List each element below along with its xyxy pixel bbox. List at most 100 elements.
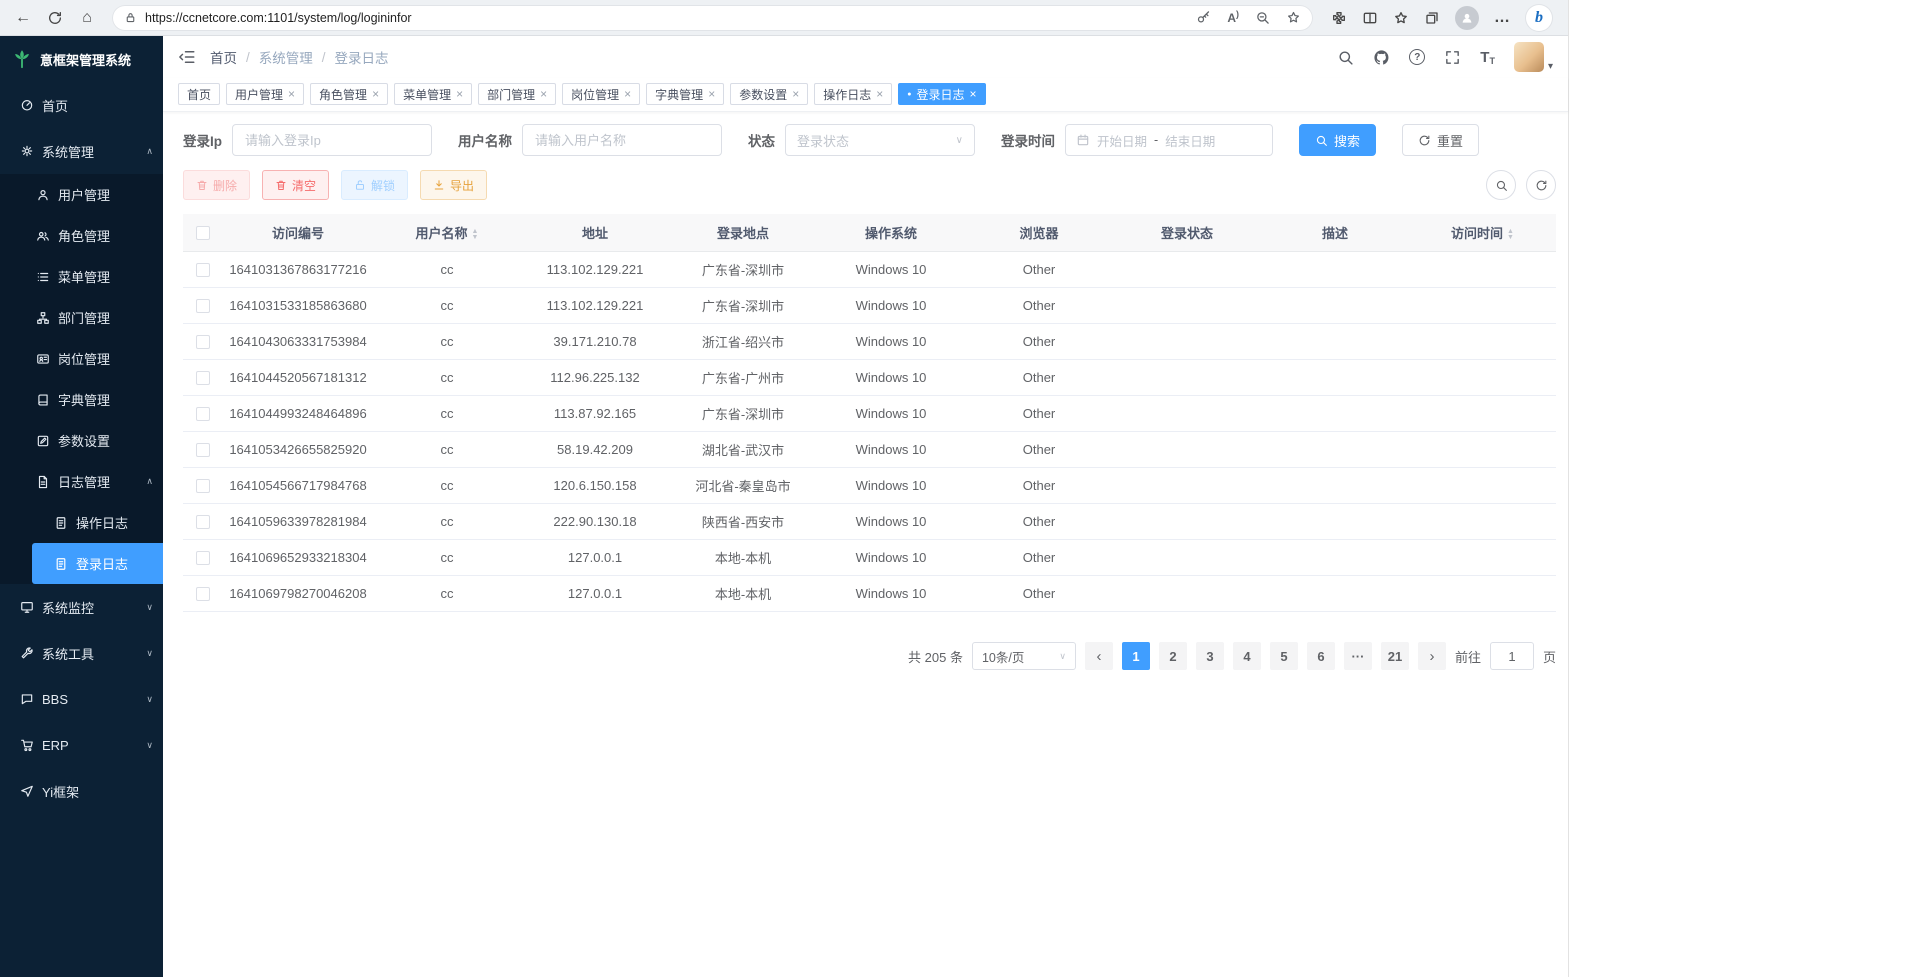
address-bar[interactable]: https://ccnetcore.com:1101/system/log/lo… xyxy=(112,5,1313,31)
status-select[interactable]: 登录状态 ∨ xyxy=(785,124,975,156)
c-addr: 127.0.0.1 xyxy=(521,540,669,576)
more-pages-button[interactable]: ··· xyxy=(1344,642,1372,670)
browser-more-icon[interactable]: … xyxy=(1494,9,1511,27)
tab-param-settings[interactable]: 参数设置× xyxy=(730,83,808,105)
sidebar-item-dept-management[interactable]: 部门管理 xyxy=(0,297,163,338)
breadcrumb-home[interactable]: 首页 xyxy=(210,47,237,67)
page-5[interactable]: 5 xyxy=(1270,642,1298,670)
row-checkbox[interactable] xyxy=(196,515,210,529)
close-icon[interactable]: × xyxy=(624,88,631,100)
sidebar-item-home[interactable]: 首页 xyxy=(0,82,163,128)
breadcrumb-system[interactable]: 系统管理 xyxy=(259,47,313,67)
search-icon[interactable] xyxy=(1337,49,1354,66)
text-size-icon[interactable]: TT xyxy=(1480,49,1495,66)
page-3[interactable]: 3 xyxy=(1196,642,1224,670)
date-range-picker[interactable]: 开始日期 - 结束日期 xyxy=(1065,124,1273,156)
row-checkbox[interactable] xyxy=(196,335,210,349)
close-icon[interactable]: × xyxy=(792,88,799,100)
reset-button[interactable]: 重置 xyxy=(1402,124,1479,156)
username-input[interactable] xyxy=(522,124,722,156)
tab-login-log[interactable]: ●登录日志× xyxy=(898,83,985,105)
tab-dict-management[interactable]: 字典管理× xyxy=(646,83,724,105)
tab-user-management[interactable]: 用户管理× xyxy=(226,83,304,105)
favorites-add-icon[interactable] xyxy=(1286,10,1301,25)
row-checkbox[interactable] xyxy=(196,587,210,601)
search-button[interactable]: 搜索 xyxy=(1299,124,1376,156)
github-icon[interactable] xyxy=(1373,49,1390,66)
sidebar-item-system-management[interactable]: 系统管理∧ xyxy=(0,128,163,174)
sidebar-item-bbs[interactable]: BBS∨ xyxy=(0,676,163,722)
sidebar-item-operation-log[interactable]: 操作日志 xyxy=(0,502,163,543)
sidebar-item-param-settings[interactable]: 参数设置 xyxy=(0,420,163,461)
sidebar-item-dict-management[interactable]: 字典管理 xyxy=(0,379,163,420)
row-checkbox[interactable] xyxy=(196,371,210,385)
row-checkbox[interactable] xyxy=(196,263,210,277)
page-2[interactable]: 2 xyxy=(1159,642,1187,670)
page-1[interactable]: 1 xyxy=(1122,642,1150,670)
user-avatar[interactable] xyxy=(1514,42,1544,72)
row-checkbox[interactable] xyxy=(196,551,210,565)
extensions-icon[interactable] xyxy=(1331,10,1347,26)
page-4[interactable]: 4 xyxy=(1233,642,1261,670)
page-21[interactable]: 21 xyxy=(1381,642,1409,670)
refresh-icon[interactable] xyxy=(40,3,70,33)
next-page-button[interactable]: › xyxy=(1418,642,1446,670)
user-menu[interactable]: ▾ xyxy=(1514,42,1553,72)
start-date-placeholder: 开始日期 xyxy=(1097,131,1147,150)
sidebar-item-system-tools[interactable]: 系统工具∨ xyxy=(0,630,163,676)
select-all-checkbox[interactable] xyxy=(196,226,210,240)
read-aloud-icon[interactable]: A) xyxy=(1227,11,1239,25)
login-ip-input[interactable] xyxy=(232,124,432,156)
goto-page-input[interactable] xyxy=(1490,642,1534,670)
close-icon[interactable]: × xyxy=(372,88,379,100)
close-icon[interactable]: × xyxy=(288,88,295,100)
unlock-button[interactable]: 解锁 xyxy=(341,170,408,200)
tab-menu-management[interactable]: 菜单管理× xyxy=(394,83,472,105)
browser-profile-avatar[interactable] xyxy=(1455,6,1479,30)
close-icon[interactable]: × xyxy=(876,88,883,100)
back-icon[interactable]: ← xyxy=(8,3,38,33)
tab-role-management[interactable]: 角色管理× xyxy=(310,83,388,105)
password-key-icon[interactable] xyxy=(1196,10,1211,25)
sidebar-collapse-icon[interactable] xyxy=(178,48,196,66)
row-checkbox[interactable] xyxy=(196,443,210,457)
sidebar-item-menu-management[interactable]: 菜单管理 xyxy=(0,256,163,297)
delete-button[interactable]: 删除 xyxy=(183,170,250,200)
row-checkbox[interactable] xyxy=(196,407,210,421)
sidebar-item-post-management[interactable]: 岗位管理 xyxy=(0,338,163,379)
close-icon[interactable]: × xyxy=(540,88,547,100)
sort-icon[interactable]: ▲▼ xyxy=(1507,229,1514,241)
page-6[interactable]: 6 xyxy=(1307,642,1335,670)
sidebar-item-log-management[interactable]: 日志管理∧ xyxy=(0,461,163,502)
tab-operation-log[interactable]: 操作日志× xyxy=(814,83,892,105)
close-icon[interactable]: × xyxy=(970,88,977,100)
tab-dept-management[interactable]: 部门管理× xyxy=(478,83,556,105)
tab-post-management[interactable]: 岗位管理× xyxy=(562,83,640,105)
sidebar-item-erp[interactable]: ERP∨ xyxy=(0,722,163,768)
page-size-select[interactable]: 10条/页 ∨ xyxy=(972,642,1076,670)
collections-icon[interactable] xyxy=(1424,10,1440,26)
sidebar-item-role-management[interactable]: 角色管理 xyxy=(0,215,163,256)
split-screen-icon[interactable] xyxy=(1362,10,1378,26)
tab-homepage[interactable]: 首页 xyxy=(178,83,220,105)
sidebar-item-yi-framework[interactable]: Yi框架 xyxy=(0,768,163,814)
row-checkbox[interactable] xyxy=(196,299,210,313)
clear-button[interactable]: 清空 xyxy=(262,170,329,200)
sidebar-item-system-monitor[interactable]: 系统监控∨ xyxy=(0,584,163,630)
help-icon[interactable]: ? xyxy=(1409,49,1425,65)
favorites-icon[interactable] xyxy=(1393,10,1409,26)
copilot-icon[interactable]: b xyxy=(1526,5,1552,31)
export-button[interactable]: 导出 xyxy=(420,170,487,200)
row-checkbox[interactable] xyxy=(196,479,210,493)
sort-icon[interactable]: ▲▼ xyxy=(472,229,479,241)
close-icon[interactable]: × xyxy=(456,88,463,100)
zoom-out-icon[interactable] xyxy=(1255,10,1270,25)
sidebar-item-login-log[interactable]: 登录日志 xyxy=(0,543,163,584)
home-icon[interactable]: ⌂ xyxy=(72,3,102,33)
prev-page-button[interactable]: ‹ xyxy=(1085,642,1113,670)
sidebar-item-user-management[interactable]: 用户管理 xyxy=(0,174,163,215)
toggle-search-button[interactable] xyxy=(1486,170,1516,200)
refresh-table-button[interactable] xyxy=(1526,170,1556,200)
fullscreen-icon[interactable] xyxy=(1444,49,1461,66)
close-icon[interactable]: × xyxy=(708,88,715,100)
